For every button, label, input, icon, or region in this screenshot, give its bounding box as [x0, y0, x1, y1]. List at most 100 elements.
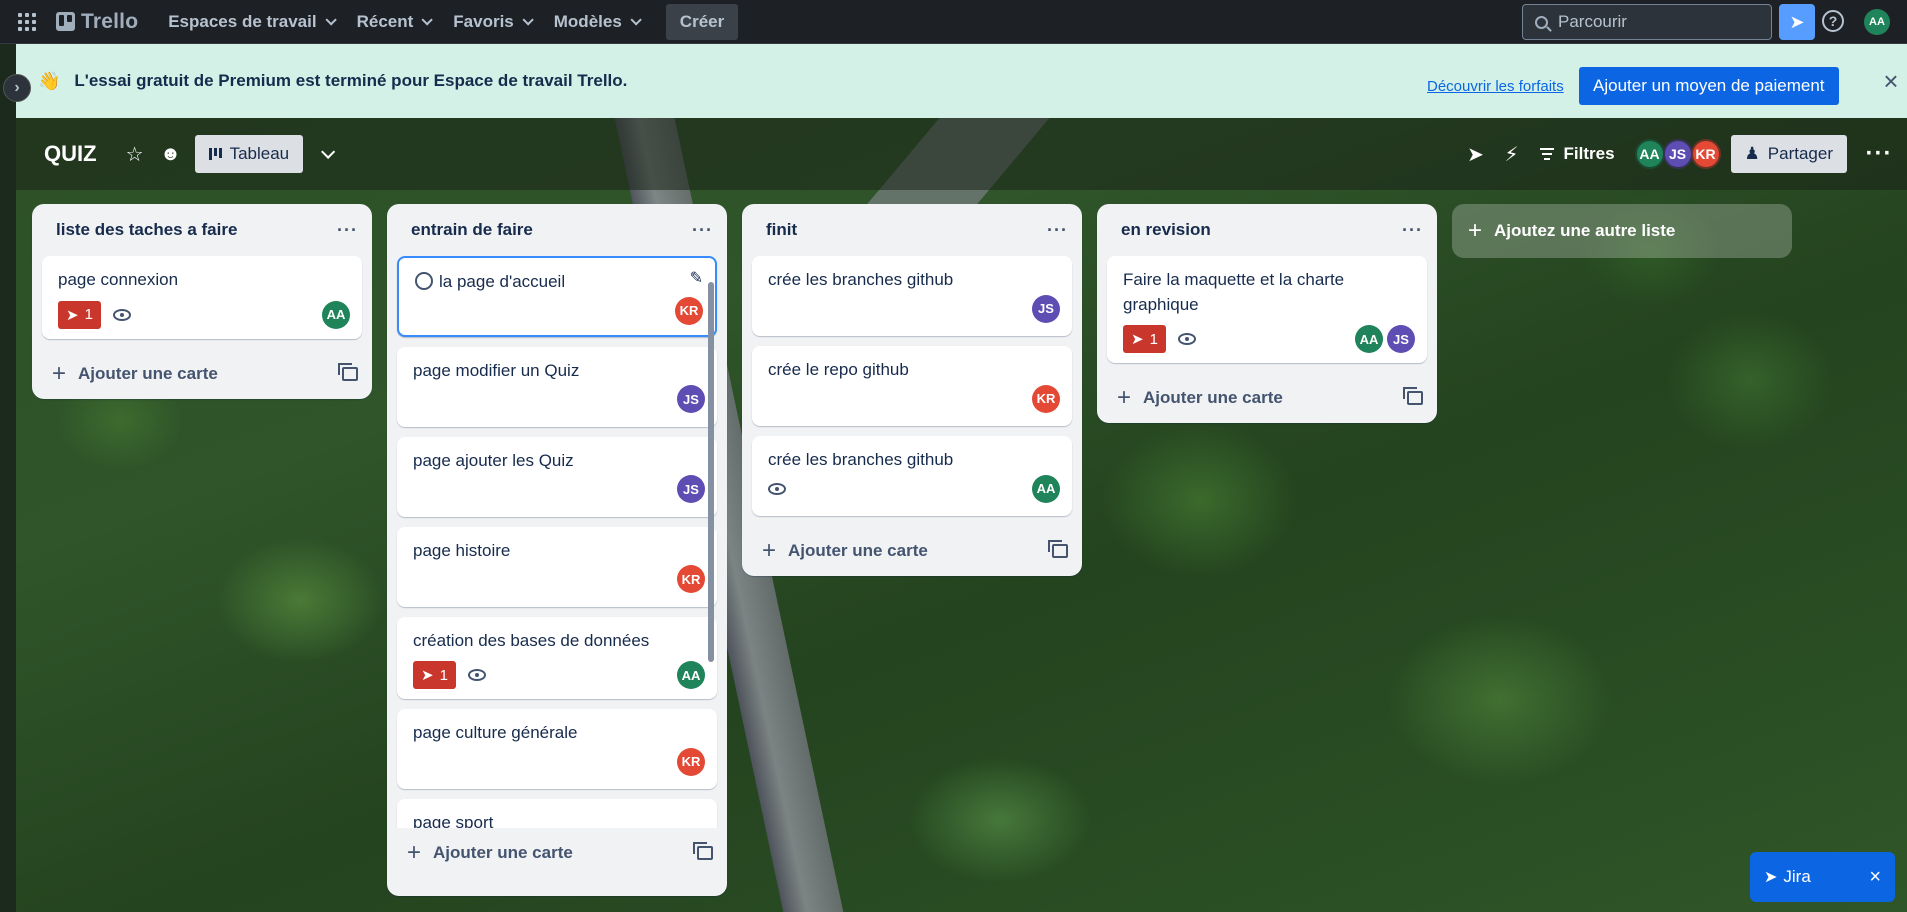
list-header: en revision ··· — [1097, 204, 1437, 256]
pin-icon: ➤ — [66, 306, 79, 324]
card-member-avatar[interactable]: JS — [1032, 294, 1060, 323]
power-ups-icon[interactable]: ➤ — [1458, 136, 1494, 172]
edit-icon[interactable]: ✎ — [690, 268, 703, 288]
megaphone-icon: ➤ — [1789, 11, 1805, 32]
add-card-button[interactable]: + Ajouter une carte — [1097, 373, 1437, 423]
nav-templates[interactable]: Modèles — [542, 6, 650, 38]
watch-icon — [768, 482, 786, 495]
card-member-avatar[interactable]: AA — [677, 661, 705, 690]
sidebar-expand-button[interactable]: › — [3, 74, 31, 102]
chevron-down-icon — [522, 13, 534, 26]
account-avatar[interactable]: AA — [1864, 9, 1890, 35]
banner-message: L'essai gratuit de Premium est terminé p… — [74, 71, 628, 90]
close-icon[interactable]: × — [1869, 866, 1881, 889]
watch-icon — [1177, 333, 1196, 346]
list-title[interactable]: en revision — [1121, 220, 1211, 240]
list-menu-icon[interactable]: ··· — [337, 220, 358, 241]
card[interactable]: crée le repo github KR — [752, 346, 1072, 426]
member-avatar[interactable]: KR — [1690, 139, 1721, 169]
card[interactable]: page modifier un Quiz JS — [397, 346, 717, 427]
filters-button[interactable]: Filtres — [1539, 144, 1615, 164]
card[interactable]: la page d'accueil ✎ KR — [397, 256, 717, 337]
card-template-icon[interactable] — [1048, 540, 1068, 558]
member-avatar[interactable]: JS — [1662, 139, 1693, 169]
help-icon[interactable]: ? — [1822, 10, 1844, 32]
add-list-button[interactable]: + Ajoutez une autre liste — [1452, 204, 1792, 258]
create-button[interactable]: Créer — [665, 3, 739, 40]
automation-icon[interactable]: ⚡ — [1494, 136, 1530, 172]
complete-checkbox[interactable] — [415, 272, 433, 290]
member-avatar[interactable]: AA — [1634, 139, 1665, 169]
chevron-right-icon: › — [14, 79, 20, 96]
chevron-down-icon — [630, 13, 642, 26]
card-list-scroll[interactable]: la page d'accueil ✎ KR page modifier un … — [387, 256, 727, 828]
card[interactable]: création des bases de données ➤ 1 AA — [397, 616, 717, 700]
card-member-avatar[interactable]: AA — [1355, 325, 1383, 354]
trello-logo[interactable]: Trello — [46, 10, 148, 34]
list-title[interactable]: finit — [766, 220, 797, 240]
discover-plans-link[interactable]: Découvrir les forfaits — [1427, 78, 1564, 95]
card-template-icon[interactable] — [693, 842, 713, 860]
nav-starred[interactable]: Favoris — [441, 6, 541, 38]
nav-workspaces[interactable]: Espaces de travail — [156, 6, 344, 38]
close-icon[interactable]: × — [1878, 68, 1904, 94]
board-title[interactable]: QUIZ — [44, 141, 97, 167]
jira-widget[interactable]: ➤ Jira × — [1750, 852, 1895, 902]
more-menu-icon[interactable]: ··· — [1861, 140, 1897, 168]
filter-icon — [1539, 148, 1554, 160]
card-member-avatar[interactable]: JS — [677, 385, 705, 414]
chevron-down-icon — [421, 13, 434, 26]
wave-emoji-icon: 👋 — [38, 70, 61, 91]
card-member-avatar[interactable]: AA — [322, 300, 350, 329]
add-card-button[interactable]: + Ajouter une carte — [32, 349, 372, 399]
card[interactable]: page histoire KR — [397, 526, 717, 607]
card-member-avatar[interactable]: KR — [677, 747, 705, 776]
nav-menu: Espaces de travail Récent Favoris Modèle… — [156, 6, 650, 38]
card-template-icon[interactable] — [1403, 387, 1423, 406]
card-template-icon[interactable] — [338, 362, 358, 381]
card[interactable]: page ajouter les Quiz JS — [397, 436, 717, 517]
search-box[interactable] — [1522, 4, 1772, 40]
list-scrollbar[interactable] — [708, 270, 716, 830]
board-members: AA JS KR — [1634, 139, 1721, 169]
card-member-avatar[interactable]: AA — [1032, 474, 1060, 503]
card-member-avatar[interactable]: KR — [677, 565, 705, 594]
card-member-avatar[interactable]: JS — [1387, 325, 1415, 354]
list-in-progress: entrain de faire ··· la page d'accueil ✎… — [387, 204, 727, 896]
add-card-button[interactable]: + Ajouter une carte — [387, 828, 727, 878]
pin-icon: ➤ — [421, 667, 434, 685]
plus-icon: + — [1117, 384, 1132, 412]
card[interactable]: crée les branches github AA — [752, 436, 1072, 516]
list-title[interactable]: entrain de faire — [411, 220, 533, 240]
card[interactable]: page connexion ➤ 1 AA — [42, 256, 362, 339]
search-input[interactable] — [1558, 12, 1738, 32]
attachment-badge: ➤ 1 — [58, 300, 101, 329]
card-member-avatar[interactable]: KR — [1032, 384, 1060, 413]
star-icon[interactable]: ☆ — [117, 136, 153, 172]
trello-logo-icon — [56, 12, 75, 31]
list-menu-icon[interactable]: ··· — [692, 220, 713, 241]
card-member-avatar[interactable]: JS — [677, 475, 705, 504]
card-member-avatar[interactable]: KR — [675, 296, 703, 325]
app-switcher-icon[interactable] — [8, 6, 46, 38]
card[interactable]: page culture générale KR — [397, 709, 717, 790]
board-view-button[interactable]: Tableau — [194, 135, 304, 173]
plus-icon: + — [762, 537, 777, 564]
list-title[interactable]: liste des taches a faire — [56, 220, 237, 240]
board-header-actions: ➤ ⚡ Filtres AA JS KR ♟ Partager ··· — [1458, 118, 1907, 190]
visibility-icon[interactable]: ☻ — [153, 136, 189, 172]
add-payment-button[interactable]: Ajouter un moyen de paiement — [1579, 67, 1839, 105]
card[interactable]: page sport — [397, 799, 717, 828]
share-button[interactable]: ♟ Partager — [1730, 135, 1847, 173]
add-card-button[interactable]: + Ajouter une carte — [742, 526, 1082, 576]
board-header: QUIZ ☆ ☻ Tableau ➤ ⚡ Filtres AA JS KR ♟ … — [16, 118, 1907, 190]
notifications-button[interactable]: ➤ — [1779, 4, 1815, 40]
nav-recent[interactable]: Récent — [345, 6, 442, 38]
list-menu-icon[interactable]: ··· — [1047, 220, 1068, 241]
scrollbar-thumb[interactable] — [708, 282, 714, 662]
card[interactable]: Faire la maquette et la charte graphique… — [1107, 256, 1427, 364]
card[interactable]: crée les branches github JS — [752, 256, 1072, 336]
list-menu-icon[interactable]: ··· — [1402, 220, 1423, 241]
jira-icon: ➤ — [1764, 869, 1778, 886]
chevron-down-icon[interactable] — [321, 144, 336, 159]
